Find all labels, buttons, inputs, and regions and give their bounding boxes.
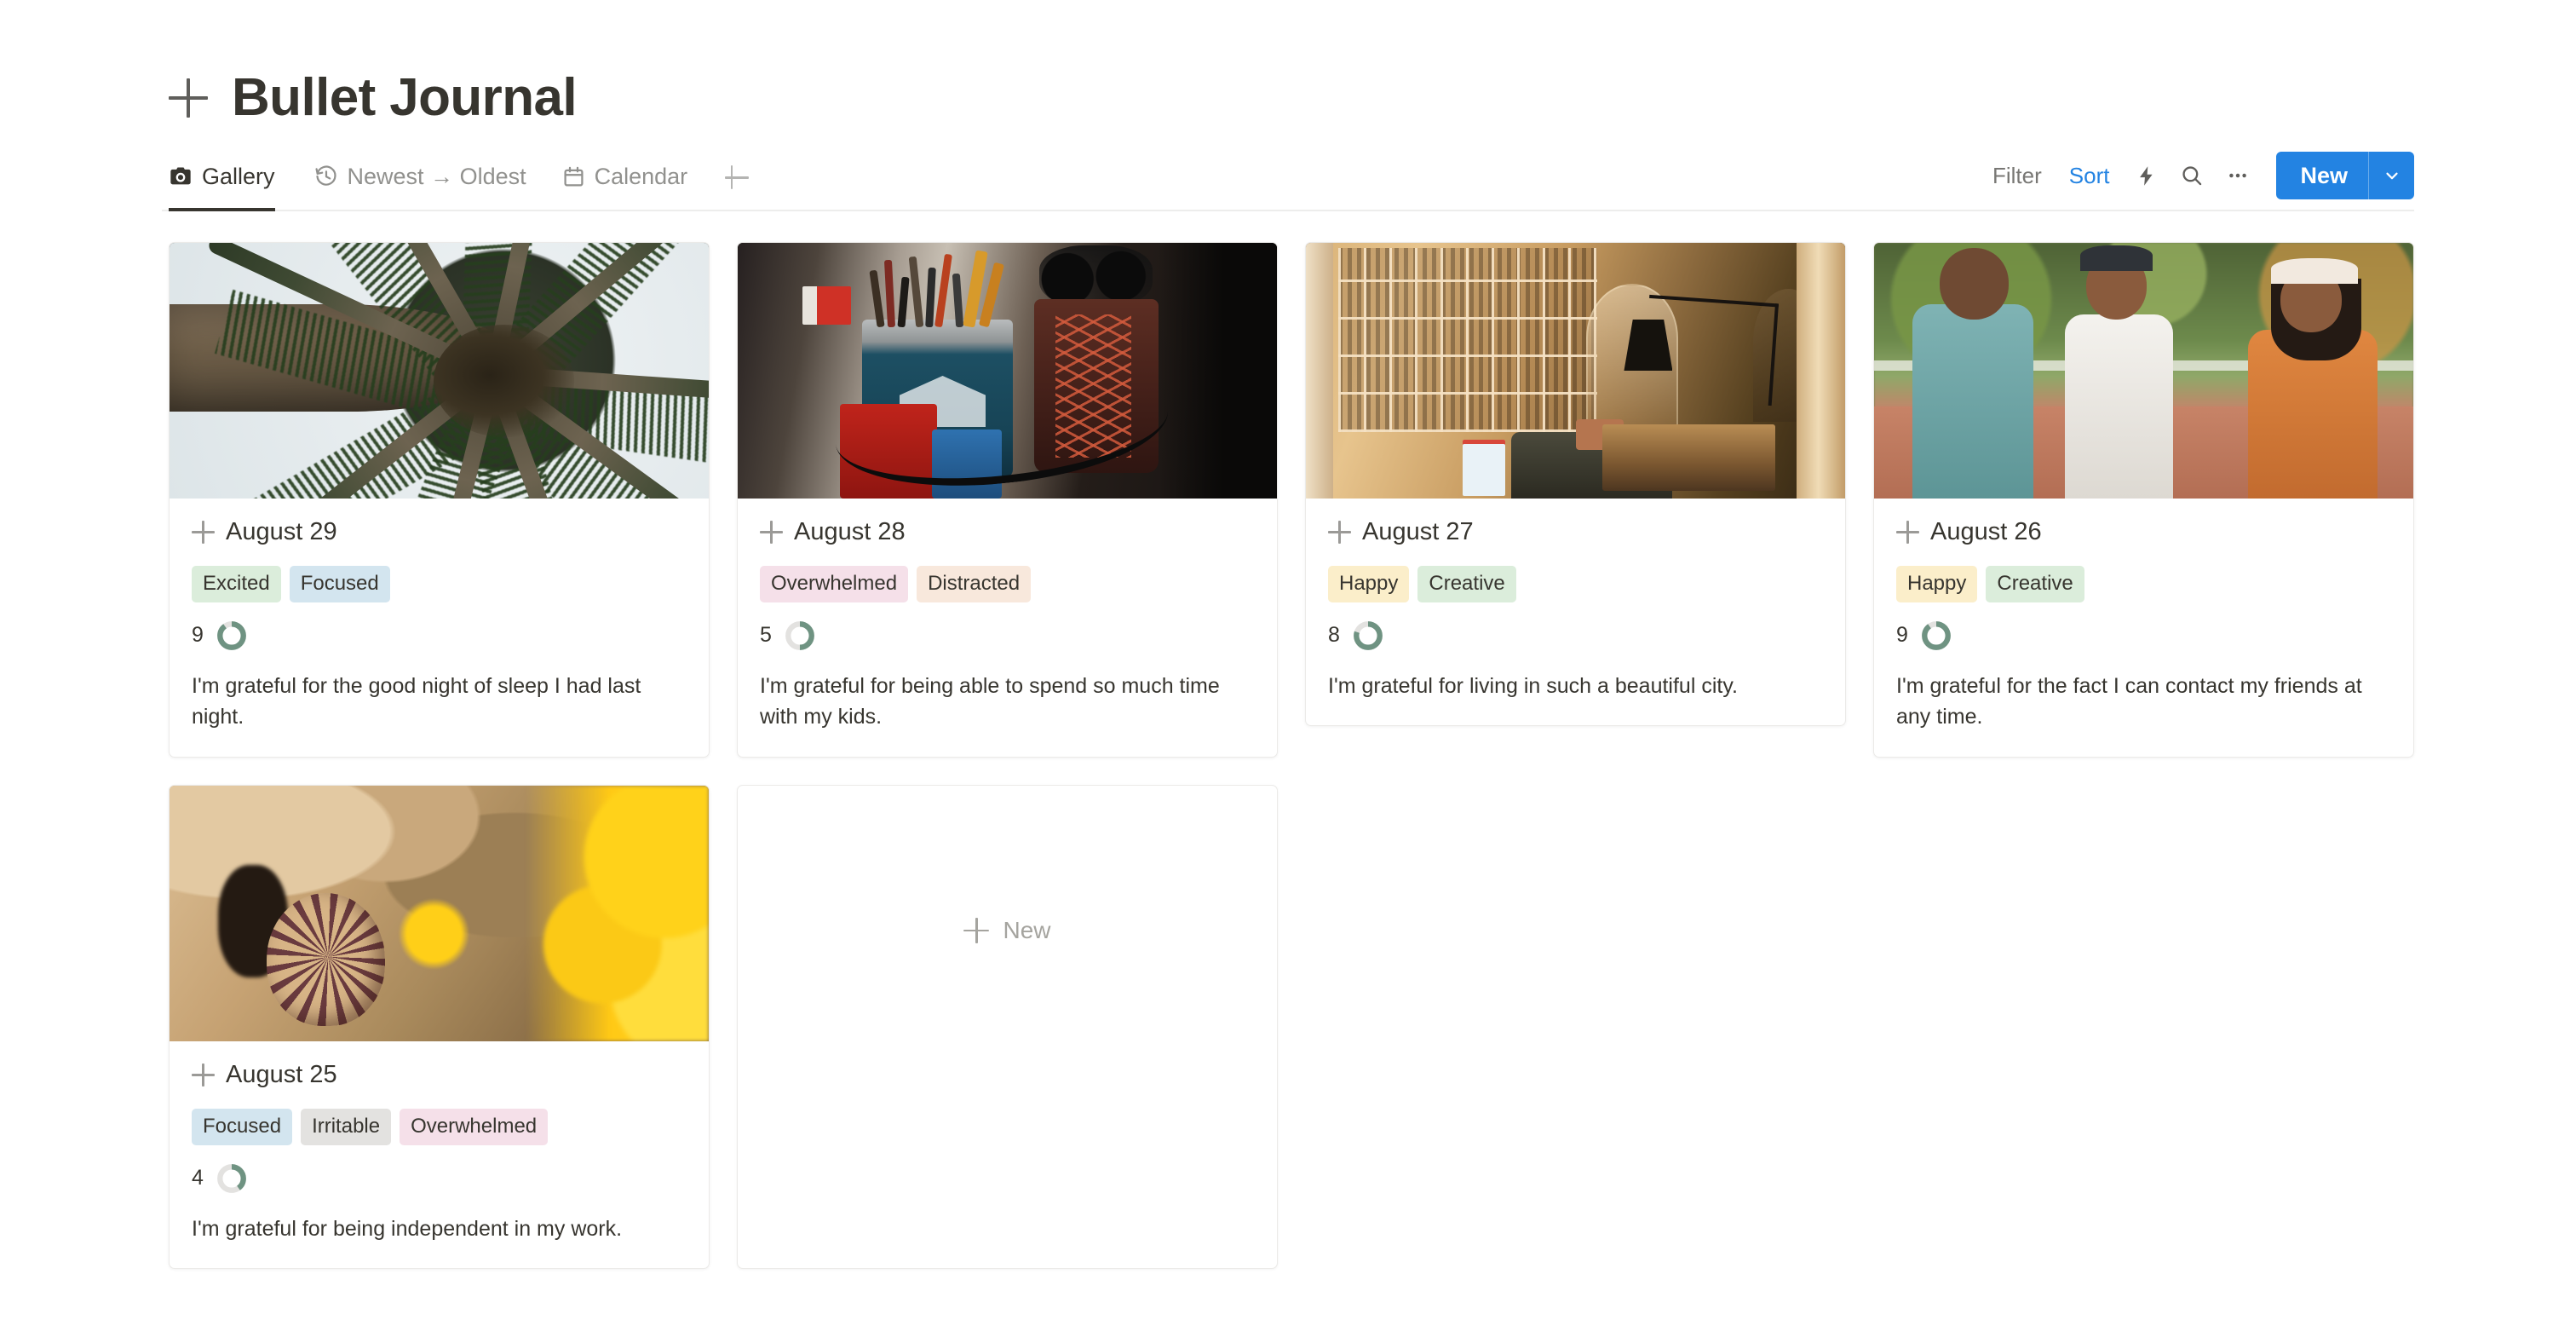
tab-gallery[interactable]: Gallery	[169, 157, 289, 211]
card-title: August 29	[226, 518, 337, 545]
card-rating: 5	[760, 620, 1255, 652]
rating-ring-gauge	[1354, 620, 1383, 650]
search-icon[interactable]	[2169, 156, 2215, 195]
card-note: I'm grateful for being independent in my…	[192, 1216, 623, 1241]
card-body: August 27 Happy Creative 8 I'm grateful …	[1306, 499, 1845, 725]
card-tag[interactable]: Happy	[1328, 565, 1410, 602]
history-clock-icon	[314, 164, 338, 188]
lightning-bolt-icon[interactable]	[2123, 156, 2169, 195]
gallery-card[interactable]: August 29 Excited Focused 9 I'm grateful…	[169, 242, 710, 758]
plus-icon	[963, 917, 990, 943]
card-tag[interactable]: Overwhelmed	[400, 1108, 549, 1145]
card-note: I'm grateful for the fact I can contact …	[1896, 673, 2362, 729]
card-title: August 28	[794, 518, 906, 545]
chevron-down-icon[interactable]	[2368, 152, 2414, 199]
card-rating-value: 9	[192, 623, 204, 648]
gallery-card[interactable]: August 27 Happy Creative 8 I'm grateful …	[1305, 242, 1846, 727]
card-rating: 9	[192, 620, 687, 652]
calendar-icon	[562, 165, 585, 188]
filter-button[interactable]: Filter	[1979, 158, 2056, 194]
card-cover-image	[170, 785, 709, 1041]
camera-icon	[169, 164, 193, 188]
page-header: Bullet Journal	[162, 0, 2414, 124]
card-rating: 4	[192, 1162, 687, 1195]
sort-button[interactable]: Sort	[2056, 158, 2124, 194]
tab-newest-oldest[interactable]: Newest → Oldest	[311, 157, 540, 210]
card-title-row: August 27	[1328, 517, 1823, 547]
card-tag[interactable]: Creative	[1986, 565, 2084, 602]
card-rating: 8	[1328, 620, 1823, 652]
card-add-icon[interactable]	[1896, 520, 1919, 544]
card-add-icon[interactable]	[760, 520, 783, 544]
card-tag[interactable]: Overwhelmed	[760, 565, 909, 602]
new-card-inner: New	[963, 916, 1051, 944]
card-cover-image	[738, 243, 1277, 499]
card-cover-image	[170, 243, 709, 499]
new-card-label: New	[1003, 916, 1051, 943]
card-rating: 9	[1896, 620, 2391, 652]
card-cover-image	[1874, 243, 2413, 499]
card-add-icon[interactable]	[192, 520, 215, 544]
card-body: August 25 Focused Irritable Overwhelmed …	[170, 1041, 709, 1268]
card-tag[interactable]: Distracted	[917, 565, 1032, 602]
card-title-row: August 26	[1896, 517, 2391, 547]
card-title: August 27	[1362, 518, 1474, 545]
card-tag[interactable]: Focused	[289, 565, 390, 602]
card-note: I'm grateful for living in such a beauti…	[1328, 673, 1738, 698]
gallery-card[interactable]: August 28 Overwhelmed Distracted 5 I'm g…	[737, 242, 1278, 758]
new-button-group: New	[2276, 152, 2414, 199]
gallery-card[interactable]: August 25 Focused Irritable Overwhelmed …	[169, 784, 710, 1270]
tab-newest-oldest-label: Newest → Oldest	[347, 163, 526, 189]
card-cover-image	[1306, 243, 1845, 499]
card-add-icon[interactable]	[192, 1063, 215, 1087]
card-title: August 26	[1930, 518, 2042, 545]
ellipsis-icon[interactable]	[2215, 156, 2261, 195]
card-body: August 26 Happy Creative 9 I'm grateful …	[1874, 499, 2413, 757]
new-card-placeholder[interactable]: New	[737, 784, 1278, 1270]
rating-ring-gauge	[785, 620, 814, 650]
card-tag-list: Overwhelmed Distracted	[760, 565, 1255, 602]
card-tag[interactable]: Focused	[192, 1108, 293, 1145]
card-tag[interactable]: Creative	[1417, 565, 1516, 602]
card-tag-list: Happy Creative	[1328, 565, 1823, 602]
rating-ring-gauge	[217, 1163, 246, 1193]
gallery-grid: August 29 Excited Focused 9 I'm grateful…	[162, 242, 2414, 1270]
card-note: I'm grateful for being able to spend so …	[760, 673, 1220, 729]
card-body: August 29 Excited Focused 9 I'm grateful…	[170, 499, 709, 757]
card-add-icon[interactable]	[1328, 520, 1351, 544]
card-rating-value: 8	[1328, 623, 1340, 648]
tab-gallery-label: Gallery	[202, 163, 275, 189]
card-title-row: August 25	[192, 1060, 687, 1090]
card-tag-list: Excited Focused	[192, 565, 687, 602]
rating-ring-gauge	[1922, 620, 1951, 650]
card-rating-value: 4	[192, 1166, 204, 1190]
card-note: I'm grateful for the good night of sleep…	[192, 673, 641, 729]
add-page-icon[interactable]	[169, 78, 208, 118]
card-tag-list: Happy Creative	[1896, 565, 2391, 602]
gallery-card[interactable]: August 26 Happy Creative 9 I'm grateful …	[1873, 242, 2414, 758]
view-tab-list: Gallery Newest → Oldest Calendar	[169, 157, 754, 211]
toolbar-actions: Filter Sort New	[1979, 152, 2414, 199]
rating-ring-gauge	[217, 620, 246, 650]
card-rating-value: 9	[1896, 623, 1908, 648]
view-toolbar: Gallery Newest → Oldest Calendar Filter …	[162, 152, 2414, 211]
card-tag[interactable]: Irritable	[301, 1108, 392, 1145]
tab-calendar[interactable]: Calendar	[559, 157, 702, 210]
gallery-page: Bullet Journal Gallery Newest → Oldest C…	[0, 0, 2576, 1343]
card-title-row: August 28	[760, 517, 1255, 547]
pens-group	[867, 250, 1013, 328]
new-button[interactable]: New	[2276, 152, 2368, 199]
card-body: August 28 Overwhelmed Distracted 5 I'm g…	[738, 499, 1277, 757]
card-tag-list: Focused Irritable Overwhelmed	[192, 1108, 687, 1145]
card-tag[interactable]: Happy	[1896, 565, 1978, 602]
tab-calendar-label: Calendar	[594, 163, 688, 189]
card-tag[interactable]: Excited	[192, 565, 281, 602]
card-title-row: August 29	[192, 517, 687, 547]
card-title: August 25	[226, 1060, 337, 1088]
card-rating-value: 5	[760, 623, 772, 648]
page-title: Bullet Journal	[232, 68, 578, 127]
add-view-icon[interactable]	[720, 160, 754, 194]
